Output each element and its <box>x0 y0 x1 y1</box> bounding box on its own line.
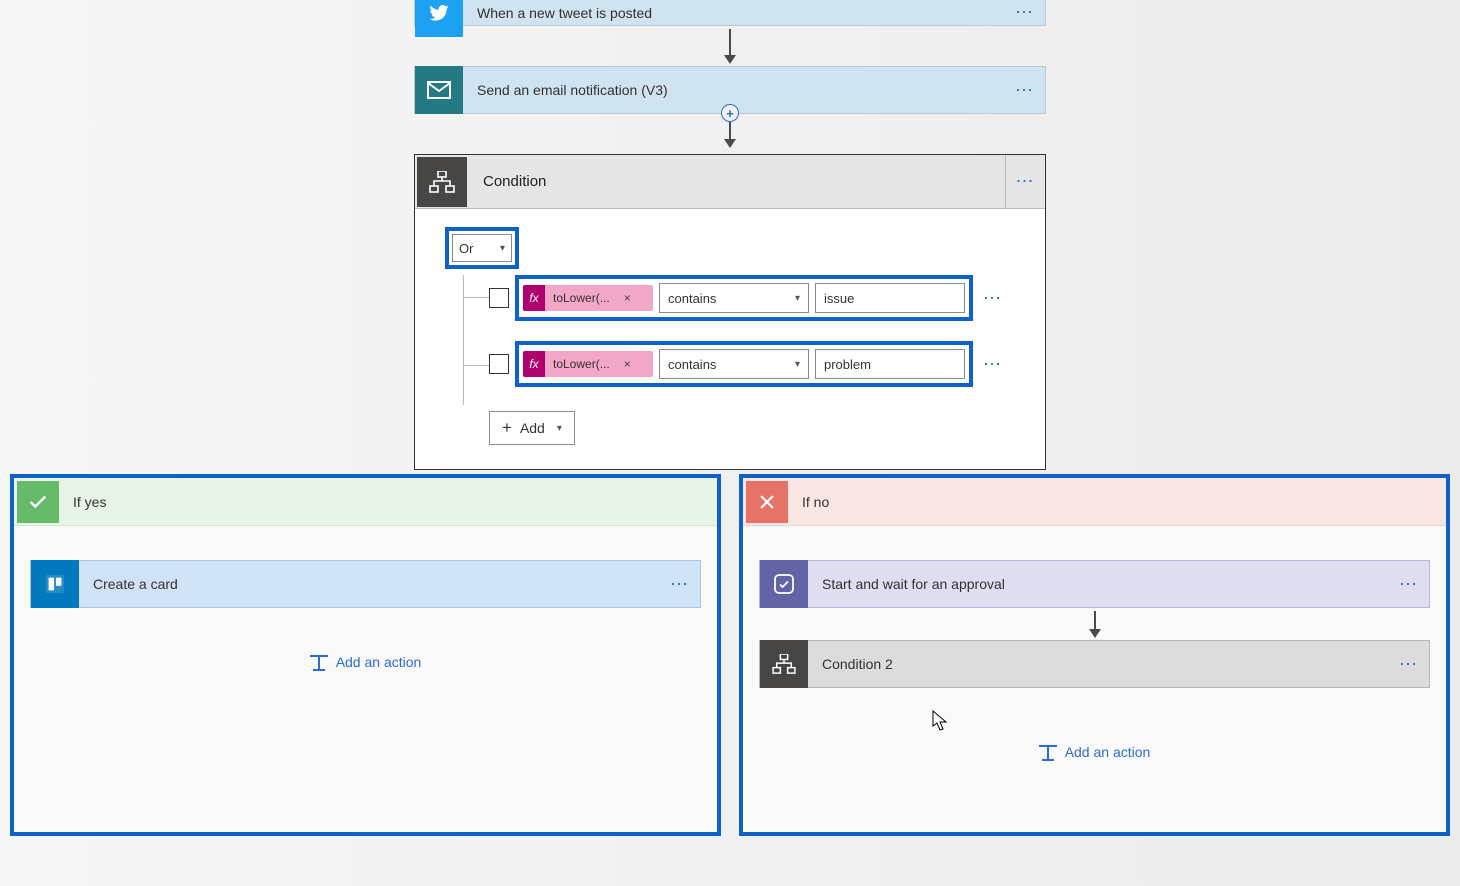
remove-token-button[interactable]: × <box>616 357 639 371</box>
condition-title: Condition <box>469 173 1005 190</box>
add-action-label: Add an action <box>336 654 422 670</box>
close-icon <box>746 481 788 523</box>
add-action-icon <box>310 655 328 669</box>
approval-icon <box>760 560 808 608</box>
chevron-down-icon: ▾ <box>795 359 800 370</box>
value-input[interactable]: issue <box>815 283 965 313</box>
if-yes-label: If yes <box>59 494 106 510</box>
condition-row: fx toLower(... × contains ▾ problem <box>449 345 1019 383</box>
condition-branches: If yes Create a card ⋯ Add an action <box>14 478 1446 832</box>
email-label: Send an email notification (V3) <box>463 82 1005 98</box>
condition-header[interactable]: Condition ⋯ <box>415 155 1045 209</box>
condition2-menu[interactable]: ⋯ <box>1389 654 1429 675</box>
remove-token-button[interactable]: × <box>616 291 639 305</box>
add-action-button[interactable]: Add an action <box>310 654 422 670</box>
row-menu[interactable]: ⋯ <box>979 354 1003 375</box>
approval-step[interactable]: Start and wait for an approval ⋯ <box>759 560 1430 608</box>
add-action-icon <box>1039 745 1057 759</box>
operator-value: contains <box>668 291 716 306</box>
expression-token[interactable]: fx toLower(... × <box>523 351 653 377</box>
row-highlight: fx toLower(... × contains ▾ problem <box>519 345 969 383</box>
plus-icon: + <box>502 418 512 438</box>
group-operator-value: Or <box>459 241 473 256</box>
fx-icon: fx <box>523 351 545 377</box>
arrow-icon <box>1094 608 1096 640</box>
approval-label: Start and wait for an approval <box>808 576 1389 592</box>
create-card-menu[interactable]: ⋯ <box>660 574 700 595</box>
add-action-label: Add an action <box>1065 744 1151 760</box>
email-menu[interactable]: ⋯ <box>1005 80 1045 101</box>
fx-icon: fx <box>523 285 545 311</box>
twitter-icon <box>415 0 463 37</box>
add-label: Add <box>520 420 545 436</box>
row-checkbox[interactable] <box>489 354 509 374</box>
if-no-label: If no <box>788 494 829 510</box>
row-menu[interactable]: ⋯ <box>979 288 1003 309</box>
trigger-label: When a new tweet is posted <box>463 5 1005 21</box>
value-text: issue <box>824 291 854 306</box>
trigger-step[interactable]: When a new tweet is posted ⋯ <box>414 0 1046 26</box>
condition-card[interactable]: Condition ⋯ Or ▾ <box>414 154 1046 470</box>
if-yes-branch: If yes Create a card ⋯ Add an action <box>14 478 717 832</box>
if-yes-header: If yes <box>14 478 717 526</box>
insert-step-button[interactable]: + <box>721 104 739 122</box>
condition2-step[interactable]: Condition 2 ⋯ <box>759 640 1430 688</box>
operator-value: contains <box>668 357 716 372</box>
expression-text: toLower(... <box>545 357 616 371</box>
arrow-icon <box>729 26 731 66</box>
approval-menu[interactable]: ⋯ <box>1389 574 1429 595</box>
chevron-down-icon: ▾ <box>795 293 800 304</box>
trello-icon <box>31 560 79 608</box>
condition-body: Or ▾ fx <box>415 209 1045 469</box>
expression-token[interactable]: fx toLower(... × <box>523 285 653 311</box>
operator-dropdown[interactable]: contains ▾ <box>659 349 809 379</box>
add-condition-button[interactable]: + Add ▾ <box>489 411 575 445</box>
chevron-down-icon: ▾ <box>557 423 562 434</box>
condition-rows: fx toLower(... × contains ▾ issue <box>449 279 1019 445</box>
condition2-label: Condition 2 <box>808 656 1389 672</box>
if-no-header: If no <box>743 478 1446 526</box>
add-action-button[interactable]: Add an action <box>1039 744 1151 760</box>
if-no-branch: If no Start and wait for an approval ⋯ <box>743 478 1446 832</box>
row-checkbox[interactable] <box>489 288 509 308</box>
row-highlight: fx toLower(... × contains ▾ issue <box>519 279 969 317</box>
create-card-step[interactable]: Create a card ⋯ <box>30 560 701 608</box>
create-card-label: Create a card <box>79 576 660 592</box>
condition-icon <box>760 640 808 688</box>
operator-dropdown[interactable]: contains ▾ <box>659 283 809 313</box>
condition-menu[interactable]: ⋯ <box>1005 155 1045 209</box>
condition-row: fx toLower(... × contains ▾ issue <box>449 279 1019 317</box>
condition-icon <box>417 157 467 207</box>
arrow-icon: + <box>729 114 731 154</box>
expression-text: toLower(... <box>545 291 616 305</box>
trigger-menu[interactable]: ⋯ <box>1005 2 1045 23</box>
value-input[interactable]: problem <box>815 349 965 379</box>
mail-icon <box>415 66 463 114</box>
value-text: problem <box>824 357 871 372</box>
check-icon <box>17 481 59 523</box>
group-operator-dropdown[interactable]: Or ▾ <box>452 234 512 262</box>
chevron-down-icon: ▾ <box>500 243 505 254</box>
group-operator-highlight: Or ▾ <box>449 231 515 265</box>
